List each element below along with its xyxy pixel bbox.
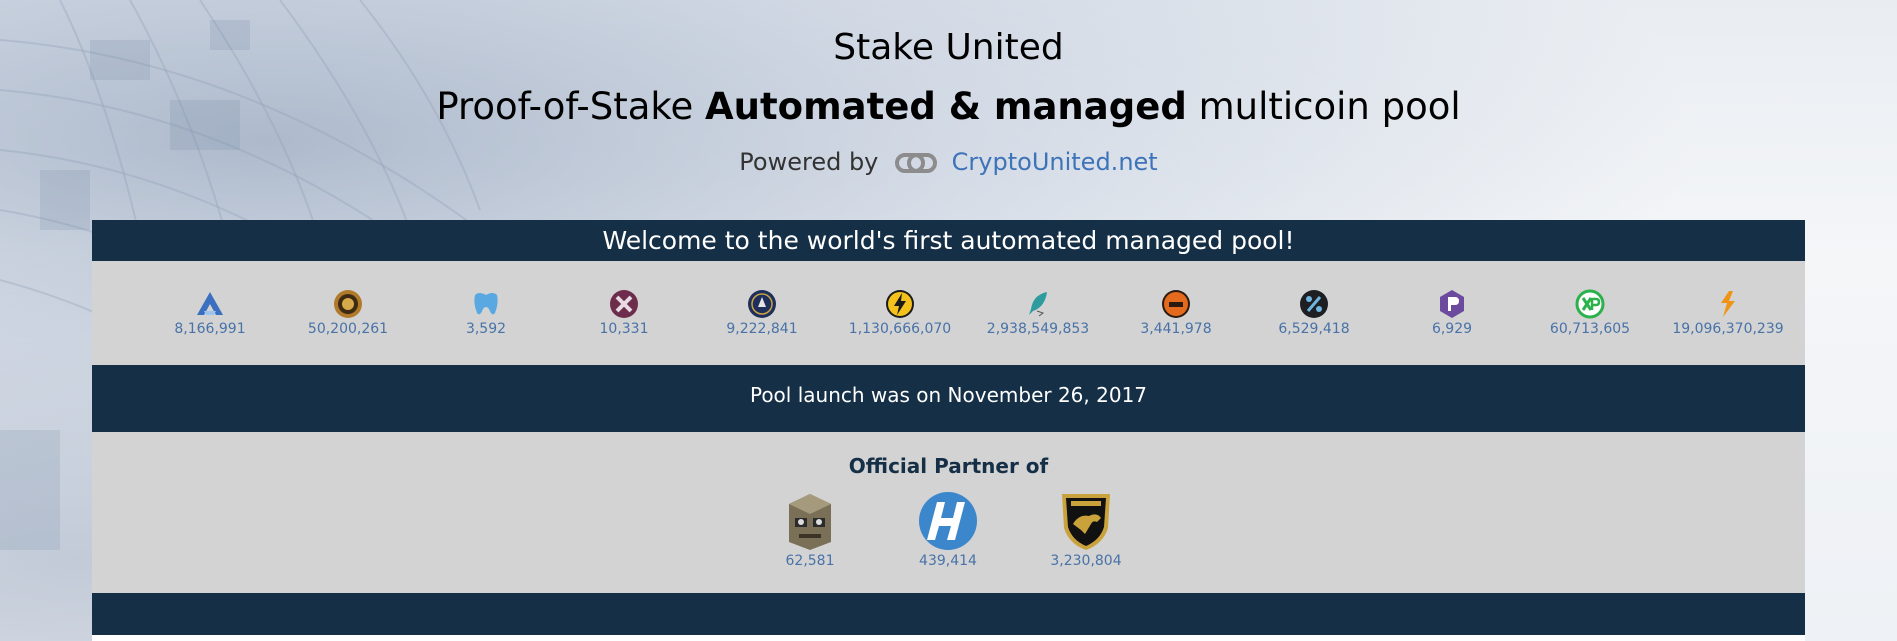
coin-value: 60,713,605 <box>1549 321 1631 337</box>
coin-gold-seal-icon <box>334 290 362 318</box>
coin-blue-a-icon <box>197 292 223 315</box>
coin-item[interactable]: 50,200,261 <box>280 289 416 338</box>
coin-value: 3,592 <box>465 321 507 337</box>
coin-orange-basket-icon <box>1162 290 1190 318</box>
coin-value: 6,529,418 <box>1278 321 1350 337</box>
coin-item[interactable]: 9,222,841 <box>694 289 830 338</box>
coin-list: 8,166,991 50,200,261 3,592 10,331 9,222,… <box>92 261 1805 365</box>
blue-h-icon <box>919 492 977 550</box>
partner-item[interactable]: 3,230,804 <box>1031 490 1141 570</box>
partner-value: 439,414 <box>919 553 977 569</box>
powered-by: Powered by CryptoUnited.net <box>0 146 1897 178</box>
tagline-suffix: multicoin pool <box>1186 85 1461 128</box>
coin-green-xp-icon <box>1575 289 1605 319</box>
coin-item[interactable]: 3,592 <box>418 289 554 338</box>
robot-head-icon <box>789 494 831 550</box>
coin-lightning-icon <box>886 290 914 318</box>
coin-value: 19,096,370,239 <box>1672 321 1784 337</box>
coin-purple-x-icon <box>610 290 638 318</box>
coin-item[interactable]: 60,713,605 <box>1522 289 1658 338</box>
coin-purple-p-icon <box>1440 290 1464 318</box>
coin-value: 2,938,549,853 <box>986 321 1090 337</box>
coin-dark-percent-icon <box>1300 290 1328 318</box>
partner-value: 62,581 <box>785 553 835 569</box>
coin-value: 9,222,841 <box>726 321 798 337</box>
footer-bar <box>92 593 1805 635</box>
coin-item[interactable]: 8,166,991 <box>142 289 278 338</box>
chain-link-icon <box>895 153 938 173</box>
lamborghini-shield-icon <box>1062 494 1110 550</box>
welcome-banner: Welcome to the world's first automated m… <box>92 220 1805 261</box>
coin-item[interactable]: 19,096,370,239 <box>1660 289 1796 338</box>
coin-item[interactable]: 10,331 <box>556 289 692 338</box>
content-area-edge <box>92 635 1805 641</box>
tagline-bold: Automated & managed <box>705 85 1187 128</box>
site-tagline: Proof-of-Stake Automated & managed multi… <box>0 84 1897 130</box>
cryptounited-link[interactable]: CryptoUnited.net <box>952 148 1158 176</box>
coin-feather-icon <box>1029 292 1047 317</box>
coin-item[interactable]: 6,529,418 <box>1246 289 1382 338</box>
site-title: Stake United <box>833 27 1064 68</box>
coin-value: 10,331 <box>599 321 649 337</box>
coin-item[interactable]: 1,130,666,070 <box>832 289 968 338</box>
coin-value: 6,929 <box>1431 321 1473 337</box>
coin-orange-flame-icon <box>1721 291 1735 317</box>
partner-item[interactable]: 439,414 <box>893 490 1003 570</box>
coin-value: 50,200,261 <box>307 321 389 337</box>
coin-item[interactable]: 2,938,549,853 <box>970 289 1106 338</box>
coin-blue-tooth-icon <box>474 293 498 315</box>
partners-section: Official Partner of 62,581 439,414 3,230… <box>92 432 1805 593</box>
coin-value: 8,166,991 <box>174 321 246 337</box>
tagline-prefix: Proof-of-Stake <box>436 85 706 128</box>
launch-banner: Pool launch was on November 26, 2017 <box>92 365 1805 432</box>
coin-item[interactable]: 6,929 <box>1384 289 1520 338</box>
coin-value: 3,441,978 <box>1140 321 1212 337</box>
coin-item[interactable]: 3,441,978 <box>1108 289 1244 338</box>
powered-by-label: Powered by <box>739 148 879 176</box>
partner-value: 3,230,804 <box>1050 553 1122 569</box>
coin-navy-emblem-icon <box>748 290 776 318</box>
partner-item[interactable]: 62,581 <box>755 490 865 570</box>
partners-heading: Official Partner of <box>848 454 1049 478</box>
coin-value: 1,130,666,070 <box>848 321 952 337</box>
